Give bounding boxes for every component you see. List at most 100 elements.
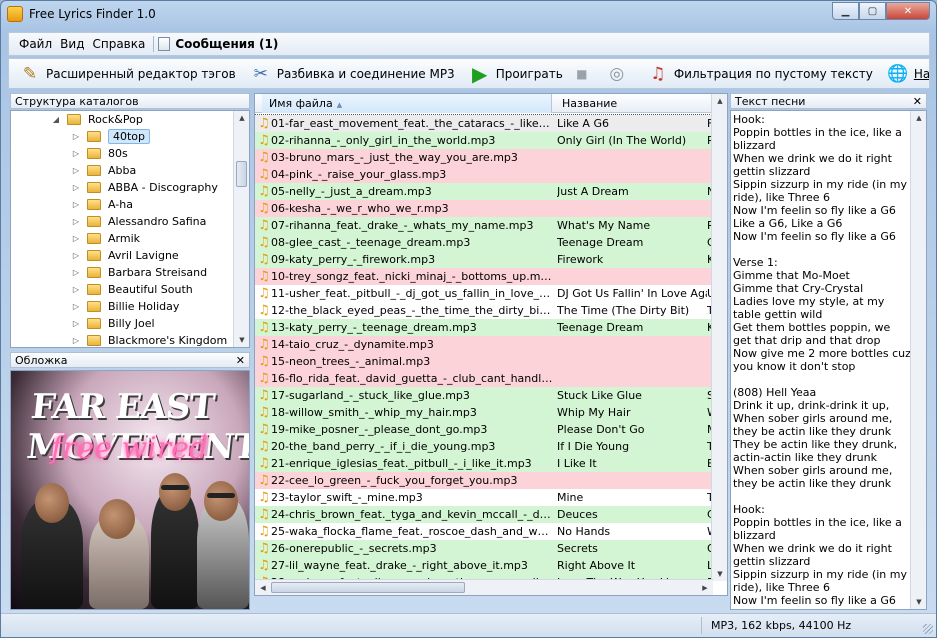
folder-icon [87,318,101,329]
file-row[interactable]: ♫ 15-neon_trees_-_animal.mp3 [255,353,713,370]
scroll-left-icon[interactable]: ◀ [255,581,271,595]
file-row[interactable]: ♫ 13-katy_perry_-_teenage_dream.mp3 Teenag… [255,319,713,336]
file-row[interactable]: ♫ 02-rihanna_-_only_girl_in_the_world.mp3… [255,132,713,149]
file-row[interactable]: ♫ 17-sugarland_-_stuck_like_glue.mp3 Stuck… [255,387,713,404]
tree-item[interactable]: ▷ Alessandro Safina [71,213,249,230]
cover-sunglasses [207,493,235,498]
resize-grip[interactable] [923,624,933,634]
file-list[interactable]: Имя файла ▲ Название ♫ 01-far_east_movemen… [254,93,728,596]
file-row[interactable]: ♫ 21-enrique_iglesias_feat._pitbull_-_i_l… [255,455,713,472]
file-row[interactable]: ♫ 07-rihanna_feat._drake_-_whats_my_name.… [255,217,713,234]
file-row[interactable]: ♫ 05-nelly_-_just_a_dream.mp3 Just A Dream… [255,183,713,200]
scroll-up-icon[interactable]: ▲ [712,94,727,108]
minimize-button[interactable]: ▁ [832,2,859,20]
file-row[interactable]: ♫ 06-kesha_-_we_r_who_we_r.mp3 [255,200,713,217]
scrollbar-thumb[interactable] [271,582,465,593]
tree-item-label: Abba [108,164,137,177]
file-name: 11-usher_feat._pitbull_-_dj_got_us_falli… [271,287,553,300]
file-name: 06-kesha_-_we_r_who_we_r.mp3 [271,202,449,215]
file-row[interactable]: ♫23-taylor_swift_-_mine.mp3MineT [255,489,713,506]
filter-empty-button[interactable]: ♫ Фильтрация по пустому тексту [647,63,873,85]
tree-scrollbar[interactable]: ▲ ▼ [233,111,249,347]
scroll-right-icon[interactable]: ▶ [697,581,713,595]
speaker-button[interactable]: ◎ [606,63,633,85]
folder-icon [87,250,101,261]
column-title[interactable]: Название [562,97,617,110]
column-filename-label: Имя файла [269,97,333,110]
cover-panel-title: Обложка [15,353,68,367]
menu-view[interactable]: Вид [56,37,88,51]
tree-item[interactable]: ▷ Billy Joel [71,315,249,332]
folder-icon [87,267,101,278]
close-button[interactable]: ✕ [886,2,930,20]
maximize-button[interactable]: ▢ [859,2,886,20]
song-title: I Like It [557,457,597,470]
song-title: Secrets [557,542,598,555]
file-row[interactable]: ♫ 25-waka_flocka_flame_feat._roscoe_dash_… [255,523,713,540]
file-list-hscrollbar[interactable]: ◀ ▶ [255,579,713,595]
menu-messages[interactable]: Сообщения (1) [175,37,278,51]
file-row[interactable]: ♫ 11-usher_feat._pitbull_-_dj_got_us_fall… [255,285,713,302]
collapsed-arrow-icon: ▷ [72,285,80,294]
tree-item[interactable]: ▷ Abba [71,162,249,179]
song-title: Only Girl (In The World) [557,134,687,147]
app-icon [7,6,23,22]
menu-file[interactable]: Файл [15,37,56,51]
file-row[interactable]: ♫ 20-the_band_perry_-_if_i_die_young.mp3 I… [255,438,713,455]
file-row[interactable]: ♫26-onerepublic_-_secrets.mp3SecretsO [255,540,713,557]
tree-item[interactable]: ▷ Avril Lavigne [71,247,249,264]
file-name: 13-katy_perry_-_teenage_dream.mp3 [271,321,477,334]
scroll-up-icon[interactable]: ▲ [234,111,249,125]
menu-help[interactable]: Справка [88,37,149,51]
file-row[interactable]: ♫ 24-chris_brown_feat._tyga_and_kevin_mcc… [255,506,713,523]
tree-item[interactable]: ▷ 80s [71,145,249,162]
file-row[interactable]: ♫ 22-cee_lo_green_-_fuck_you_forget_you.m… [255,472,713,489]
file-row[interactable]: ♫ 08-glee_cast_-_teenage_dream.mp3 Teenage… [255,234,713,251]
tag-editor-button[interactable]: ✎ Расширенный редактор тэгов [19,63,236,85]
column-filename[interactable]: Имя файла ▲ [262,94,552,113]
scroll-down-icon[interactable]: ▼ [234,333,249,347]
tree-item-label: 80s [108,147,128,160]
tree-item[interactable]: ▷ 40top [71,128,249,145]
file-row[interactable]: ♫09-katy_perry_-_firework.mp3FireworkK [255,251,713,268]
scroll-up-icon[interactable]: ▲ [911,111,926,125]
file-row[interactable]: ♫ 14-taio_cruz_-_dynamite.mp3 [255,336,713,353]
scroll-down-icon[interactable]: ▼ [911,595,926,609]
file-name: 15-neon_trees_-_animal.mp3 [271,355,431,368]
lyrics-view[interactable]: Hook: Poppin bottles in the ice, like a … [730,110,927,610]
file-row[interactable]: ♫ 04-pink_-_raise_your_glass.mp3 [255,166,713,183]
tree-item[interactable]: ▷ Billie Holiday [71,298,249,315]
tree-item[interactable]: ▷ Barbara Streisand [71,264,249,281]
close-icon[interactable]: ✕ [236,354,245,367]
file-row[interactable]: ♫ 16-flo_rida_feat._david_guetta_-_club_c… [255,370,713,387]
tree-item[interactable]: ▷ Beautiful South [71,281,249,298]
close-icon[interactable]: ✕ [913,95,922,108]
scrollbar-thumb[interactable] [236,161,247,187]
tree-item[interactable]: ▷ A-ha [71,196,249,213]
file-row[interactable]: ♫ 03-bruno_mars_-_just_the_way_you_are.mp… [255,149,713,166]
file-row[interactable]: ♫ 10-trey_songz_feat._nicki_minaj_-_botto… [255,268,713,285]
song-title: The Time (The Dirty Bit) [557,304,690,317]
play-button[interactable]: ▶ Проиграть [469,62,563,86]
file-row[interactable]: ♫ 01-far_east_movement_feat._the_cataracs… [255,114,714,133]
music-note-icon: ♫ [258,167,270,182]
tree-item[interactable]: ▷ ABBA - Discography [71,179,249,196]
music-note-icon: ♫ [258,235,270,250]
stop-button[interactable]: ■ [571,63,598,85]
file-row[interactable]: ♫ 27-lil_wayne_feat._drake_-_right_above_… [255,557,713,574]
directory-tree[interactable]: ◢ Rock&Pop ▷ 40top ▷ 80s ▷ Abba ▷ ABBA - Discog… [10,110,250,348]
music-note-icon: ♫ [258,252,270,267]
tree-item[interactable]: ▷ Armik [71,230,249,247]
song-title: Teenage Dream [557,321,644,334]
file-row[interactable]: ♫ 12-the_black_eyed_peas_-_the_time_the_d… [255,302,713,319]
file-list-scrollbar[interactable]: ▲ ▼ [711,94,727,581]
file-row[interactable]: ♫ 19-mike_posner_-_please_dont_go.mp3 Plea… [255,421,713,438]
tree-item[interactable]: ▷ Blackmore's Kingdom [71,332,249,347]
split-mp3-button[interactable]: ✂ Разбивка и соединение MP3 [250,63,455,85]
scroll-down-icon[interactable]: ▼ [712,567,727,581]
file-row[interactable]: ♫ 18-willow_smith_-_whip_my_hair.mp3 Whip … [255,404,713,421]
tree-item-label: Billy Joel [108,317,155,330]
tree-item-parent[interactable]: ◢ Rock&Pop [51,111,249,128]
find-lyrics-button[interactable]: 🌐 Найти текст песни [887,63,929,85]
lyrics-scrollbar[interactable]: ▲ ▼ [910,111,926,609]
